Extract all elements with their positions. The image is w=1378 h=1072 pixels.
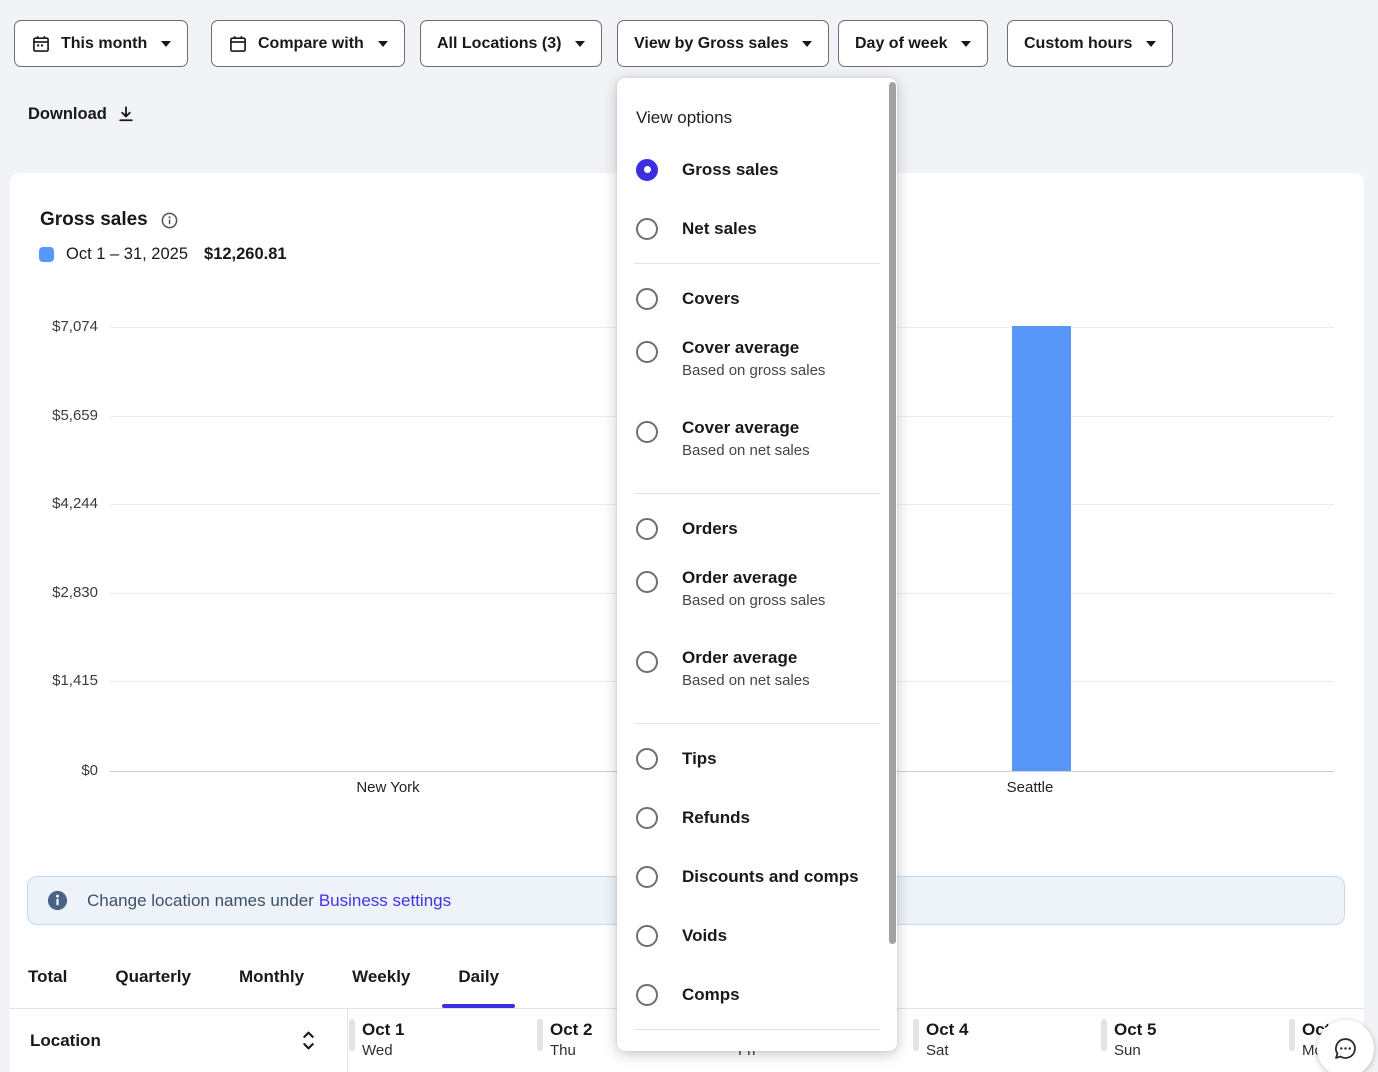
radio-icon[interactable] [636,341,658,363]
chevron-down-icon [961,41,971,47]
view-option-tips[interactable]: Tips [617,729,897,788]
radio-icon[interactable] [636,288,658,310]
tab-daily[interactable]: Daily [442,945,515,1008]
column-header-oct-4: Oct 4 Sat [913,1009,1101,1072]
view-option-refunds[interactable]: Refunds [617,788,897,847]
chat-bubble-icon [1332,1035,1359,1062]
chevron-down-icon [378,41,388,47]
compare-with-label: Compare with [258,35,364,53]
view-option-covers[interactable]: Covers [617,269,897,328]
chevron-down-icon [161,41,171,47]
custom-hours-button[interactable]: Custom hours [1007,20,1173,67]
this-month-button[interactable]: This month [14,20,188,67]
y-tick-label: $1,415 [10,672,98,690]
custom-hours-label: Custom hours [1024,35,1132,53]
radio-icon[interactable] [636,807,658,829]
view-option-order-average-gross[interactable]: Order average Based on gross sales [617,558,897,638]
tab-total[interactable]: Total [12,945,83,1008]
info-icon[interactable] [160,211,179,230]
info-filled-icon [46,889,69,912]
view-option-orders[interactable]: Orders [617,499,897,558]
column-tick [349,1019,355,1051]
chart-title-row: Gross sales [40,209,179,231]
radio-icon[interactable] [636,518,658,540]
column-divider [347,1009,348,1072]
tab-monthly[interactable]: Monthly [223,945,320,1008]
radio-icon[interactable] [636,571,658,593]
y-tick-label: $0 [10,762,98,780]
column-tick [537,1019,543,1051]
view-by-button[interactable]: View by Gross sales [617,20,829,67]
radio-icon[interactable] [636,651,658,673]
download-icon [116,104,136,124]
banner-text: Change location names underBusiness sett… [87,891,451,911]
compare-with-button[interactable]: Compare with [211,20,405,67]
download-label: Download [28,105,107,124]
legend-swatch [39,247,54,262]
legend-total: $12,260.81 [204,245,287,264]
chart-title: Gross sales [40,209,148,231]
bar-seattle[interactable] [1012,326,1071,771]
menu-divider [634,493,880,494]
y-tick-label: $2,830 [10,584,98,602]
menu-divider [634,263,880,264]
x-label-seattle: Seattle [1007,779,1054,796]
calendar-icon [228,34,248,54]
tab-weekly[interactable]: Weekly [336,945,426,1008]
column-tick [1289,1019,1295,1051]
radio-icon[interactable] [636,984,658,1006]
view-options-title: View options [617,108,897,128]
business-settings-link[interactable]: Business settings [319,891,451,910]
view-option-cover-average-net[interactable]: Cover average Based on net sales [617,408,897,488]
day-of-week-label: Day of week [855,35,947,53]
day-of-week-button[interactable]: Day of week [838,20,988,67]
tab-quarterly[interactable]: Quarterly [99,945,207,1008]
view-option-comps[interactable]: Comps [617,965,897,1024]
radio-selected-icon[interactable] [636,159,658,181]
view-options-menu: View options Gross sales Net sales Cover… [617,78,897,1051]
radio-icon[interactable] [636,866,658,888]
menu-divider [634,723,880,724]
chevron-down-icon [575,41,585,47]
radio-icon[interactable] [636,925,658,947]
column-tick [913,1019,919,1051]
chevron-down-icon [1146,41,1156,47]
x-label-new-york: New York [356,779,419,796]
view-by-label: View by Gross sales [634,35,788,53]
chat-button[interactable] [1317,1020,1374,1072]
radio-icon[interactable] [636,218,658,240]
menu-divider [634,1029,880,1030]
chevron-down-icon [802,41,812,47]
this-month-label: This month [61,35,147,53]
y-tick-label: $4,244 [10,495,98,513]
location-column-header: Location [30,1031,101,1051]
view-option-gross-sales[interactable]: Gross sales [617,140,897,199]
legend-period: Oct 1 – 31, 2025 [66,245,188,264]
sort-icon[interactable] [302,1029,315,1055]
menu-scrollbar[interactable] [889,82,896,944]
radio-icon[interactable] [636,421,658,443]
chart-legend: Oct 1 – 31, 2025 $12,260.81 [39,245,287,264]
all-locations-button[interactable]: All Locations (3) [420,20,602,67]
view-option-cover-average-gross[interactable]: Cover average Based on gross sales [617,328,897,408]
view-option-discounts-and-comps[interactable]: Discounts and comps [617,847,897,906]
column-tick [1101,1019,1107,1051]
y-tick-label: $5,659 [10,407,98,425]
calendar-schedule-icon [31,34,51,54]
download-button[interactable]: Download [28,101,136,127]
all-locations-label: All Locations (3) [437,35,561,53]
view-option-order-average-net[interactable]: Order average Based on net sales [617,638,897,718]
column-header-oct-5: Oct 5 Sun [1101,1009,1289,1072]
y-tick-label: $7,074 [10,318,98,336]
radio-icon[interactable] [636,748,658,770]
view-option-voids[interactable]: Voids [617,906,897,965]
view-option-net-sales[interactable]: Net sales [617,199,897,258]
column-header-oct-1: Oct 1 Wed [349,1009,537,1072]
